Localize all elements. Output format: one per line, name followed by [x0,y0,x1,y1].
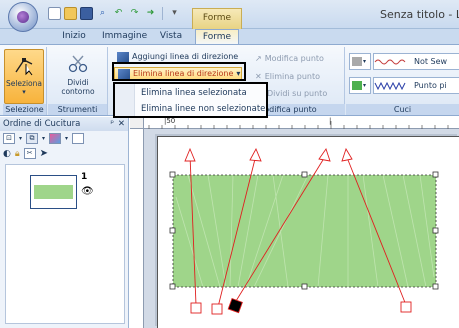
new-file-icon[interactable] [48,7,61,20]
group-arrow-icon[interactable]: ▾ [42,135,45,142]
highlight-frame [112,62,246,81]
ruler-ticks [148,121,449,129]
zoom-fit-icon[interactable]: ⊡ [3,133,15,144]
fill-region[interactable] [173,175,436,287]
quick-access-toolbar: ⌕ ↶ ↷ ➜ ▾ [48,7,181,20]
pattern-thumbnail [34,185,73,199]
elimina-punto-label: Elimina punto [264,72,320,81]
redo-icon[interactable]: ↷ [128,7,141,20]
dividi-contorno-button[interactable]: Dividi contorno [58,49,98,104]
list-item[interactable] [30,175,77,209]
dividi-punto-button[interactable]: Dividi su punto [267,87,327,101]
frame-icon[interactable] [72,133,85,144]
eye-icon[interactable]: 👁︎ [81,186,94,197]
open-folder-icon[interactable] [64,7,77,20]
line-sew-type-select[interactable]: Not Sew [373,53,459,70]
zoom-arrow-icon[interactable]: ▾ [19,135,22,142]
ribbon-tabs: Inizio Immagine Vista Forme [0,29,459,45]
design-canvas-area: |50 | [130,117,459,328]
panel-header: Ordine di Cucitura ᵖ ✕ [0,117,128,131]
panel-toolbar-2: ◐ 🔒︎ ✂ ➤ [0,146,128,161]
elimina-dropdown-menu: Elimina linea selezionata Elimina linee … [113,82,268,118]
menu-icon-strip [115,84,135,116]
contorno-label: contorno [61,87,95,96]
modifica-punto-button[interactable]: ↗ Modifica punto [255,52,324,66]
zigzag-stitch-icon [374,81,406,90]
ruler-corner [130,117,144,129]
context-tab-header: Forme [192,8,242,29]
wave-stitch-icon [374,59,406,64]
line-color-swatch [352,57,362,66]
group-strumenti: Dividi contorno Strumenti [48,47,108,115]
group-label-cuci: Cuci [346,104,459,115]
ruler-label: | [329,117,332,125]
region-color-arrow: ▾ [363,82,367,89]
line-sew-label: Not Sew [414,57,448,66]
order-number: 1 [81,172,88,182]
add-direction-line-icon [117,51,129,63]
export-icon[interactable]: ➜ [144,7,157,20]
line-color-picker[interactable]: ▾ [349,53,371,70]
undo-icon[interactable]: ↶ [112,7,125,20]
ruler-vertical [130,129,144,328]
menu-item-elimina-selezionata[interactable]: Elimina linea selezionata [141,86,247,101]
sewing-order-list: 1 👁︎ [5,164,125,324]
window-title: Senza titolo - L [380,8,459,21]
group-selezione: Seleziona ▾ Selezione [3,47,47,115]
group-icon[interactable]: ⧉ [26,133,39,144]
tab-vista[interactable]: Vista [157,29,185,44]
tab-inizio[interactable]: Inizio [58,29,90,44]
region-color-picker[interactable]: ▾ [349,77,371,94]
color-order-icon[interactable] [49,133,62,144]
menu-item-elimina-non-selezionate[interactable]: Elimina linee non selezionate [141,102,265,117]
ruler-horizontal: |50 | [144,117,459,129]
customize-toolbar-icon[interactable]: ▾ [168,7,181,20]
toolbar-separator [162,7,163,20]
application-menu-button[interactable] [8,2,38,32]
edit-point-icon: ↗ [255,54,262,63]
tab-forme[interactable]: Forme [195,29,239,45]
group-cuci: ▾ Not Sew ▾ Punto pi Cuci [346,47,459,115]
design-page[interactable] [157,136,459,328]
scissors-icon [68,55,88,73]
selected-direction-handle[interactable] [227,298,243,314]
tab-immagine[interactable]: Immagine [102,29,147,44]
seleziona-button[interactable]: Seleziona ▾ [4,49,44,104]
visibility-icon[interactable]: ◐ [3,149,11,159]
panel-toolbar-1: ⊡ ▾ ⧉ ▾ ▾ [0,131,128,146]
direction-arrowheads[interactable] [184,147,353,162]
line-color-arrow: ▾ [363,58,367,65]
color-arrow-icon[interactable]: ▾ [65,135,68,142]
title-bar: ⌕ ↶ ↷ ➜ ▾ Forme Senza titolo - L [0,0,459,32]
embroidery-drawing[interactable] [158,137,459,328]
modifica-punto-label: Modifica punto [264,54,324,63]
close-icon[interactable]: ✕ [118,117,125,131]
print-preview-icon[interactable]: ⌕ [96,7,109,20]
seleziona-dropdown-arrow: ▾ [22,88,26,96]
pin-icon[interactable]: ᵖ [110,117,114,131]
group-label-strumenti: Strumenti [48,104,107,115]
region-sew-type-select[interactable]: Punto pi [373,77,459,94]
pointer-icon[interactable]: ➤ [40,148,48,159]
dividi-punto-label: Dividi su punto [267,89,328,98]
select-shape-icon [15,58,33,76]
seleziona-label: Seleziona [5,79,43,88]
split-icon[interactable]: ✂ [23,148,36,159]
direction-handles[interactable] [190,301,412,315]
dividi-label: Dividi [67,78,89,87]
lock-icon[interactable]: 🔒︎ [15,149,20,159]
region-color-swatch [352,81,362,90]
app-logo-icon [17,11,29,23]
panel-title: Ordine di Cucitura [3,119,81,129]
region-sew-label: Punto pi [414,81,447,90]
save-icon[interactable] [80,7,93,20]
sewing-order-panel: Ordine di Cucitura ᵖ ✕ ⊡ ▾ ⧉ ▾ ▾ ◐ 🔒︎ ✂ … [0,117,129,328]
group-label-selezione: Selezione [3,104,46,115]
ruler-label: |50 [164,117,176,125]
